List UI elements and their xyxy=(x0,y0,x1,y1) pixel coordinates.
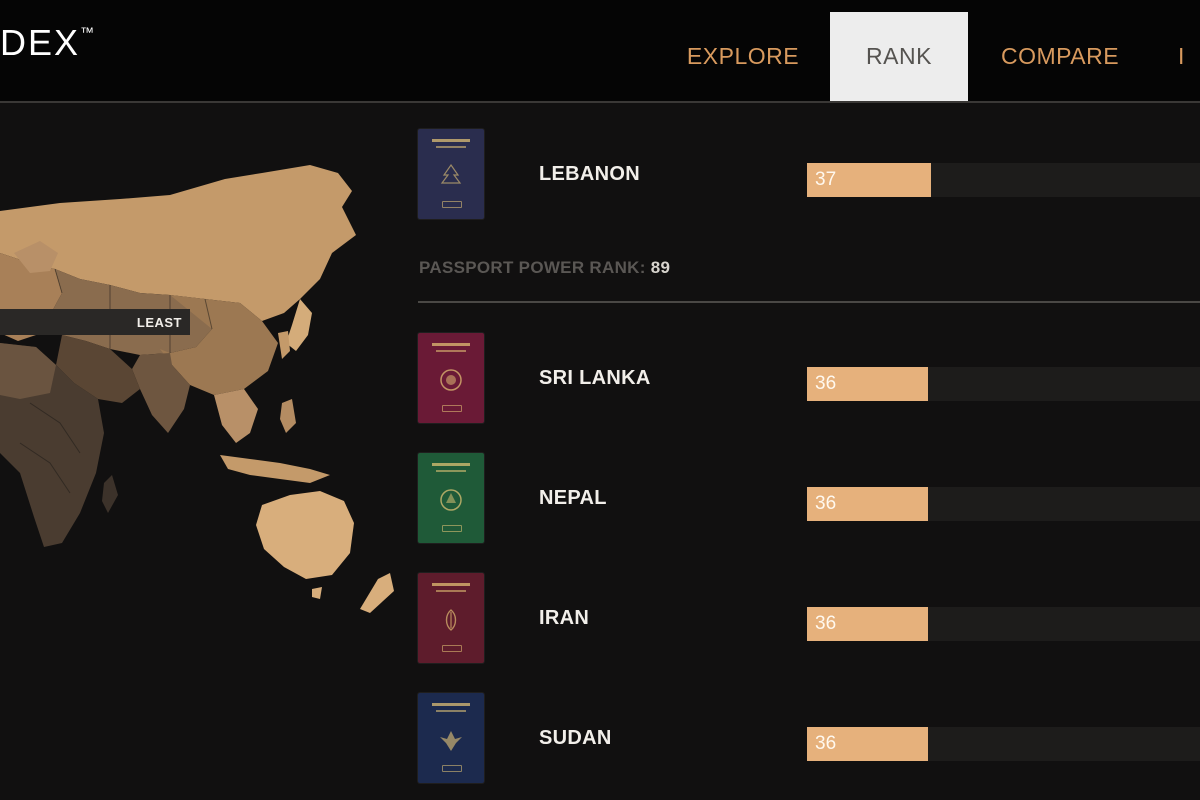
rank-row-nepal[interactable]: NEPAL 36 xyxy=(418,453,1200,543)
score-bar: 36 xyxy=(807,607,928,641)
power-rank-value: 89 xyxy=(650,258,671,277)
score-bar: 36 xyxy=(807,367,928,401)
nepal-emblem-icon xyxy=(440,489,462,511)
site-logo[interactable]: DEX™ xyxy=(0,22,94,64)
rank-row-sri-lanka[interactable]: SRI LANKA 36 xyxy=(418,333,1200,423)
country-name: IRAN xyxy=(539,606,590,629)
rank-row-lebanon[interactable]: LEBANON 37 xyxy=(418,129,1200,219)
map-region-africa-north xyxy=(0,343,56,399)
nav-rank[interactable]: RANK xyxy=(830,12,968,101)
map-region-korea xyxy=(278,331,290,359)
score-bar: 37 xyxy=(807,163,931,197)
map-region-tasmania xyxy=(312,587,322,599)
map-region-australia xyxy=(256,491,354,579)
eagle-emblem-icon xyxy=(440,731,462,751)
cedar-emblem-icon xyxy=(440,163,462,184)
map-region-indonesia xyxy=(220,455,330,483)
rank-row-sudan[interactable]: SUDAN 36 xyxy=(418,693,1200,783)
map-region-new-zealand xyxy=(360,573,394,613)
score-bar: 36 xyxy=(807,487,928,521)
score-bar: 36 xyxy=(807,727,928,761)
passport-cover-icon xyxy=(418,129,484,219)
iran-emblem-icon xyxy=(445,609,457,631)
country-name: SUDAN xyxy=(539,726,612,749)
lion-emblem-icon xyxy=(440,369,462,391)
passport-cover-icon xyxy=(418,573,484,663)
logo-text: DEX xyxy=(0,22,81,63)
world-map[interactable]: LEAST xyxy=(0,103,410,800)
passport-cover-icon xyxy=(418,453,484,543)
passport-cover-icon xyxy=(418,333,484,423)
top-nav-bar: DEX™ EXPLORE RANK COMPARE I xyxy=(0,0,1200,103)
nav-compare[interactable]: COMPARE xyxy=(992,12,1128,101)
country-name: SRI LANKA xyxy=(539,366,651,389)
passport-power-rank: PASSPORT POWER RANK: 89 xyxy=(419,258,670,278)
map-graphic xyxy=(0,165,394,613)
section-divider xyxy=(418,301,1200,303)
country-name: NEPAL xyxy=(539,486,607,509)
nav-more[interactable]: I xyxy=(1178,12,1200,101)
trademark-mark: ™ xyxy=(80,24,95,40)
rank-row-iran[interactable]: IRAN 36 xyxy=(418,573,1200,663)
passport-cover-icon xyxy=(418,693,484,783)
map-region-philippines xyxy=(280,399,296,433)
power-rank-label: PASSPORT POWER RANK: xyxy=(419,258,646,277)
nav-explore[interactable]: EXPLORE xyxy=(678,12,808,101)
country-name: LEBANON xyxy=(539,162,640,185)
map-region-madagascar xyxy=(102,475,118,513)
legend-least-label: LEAST xyxy=(0,309,190,335)
map-region-southeast-asia xyxy=(214,389,258,443)
